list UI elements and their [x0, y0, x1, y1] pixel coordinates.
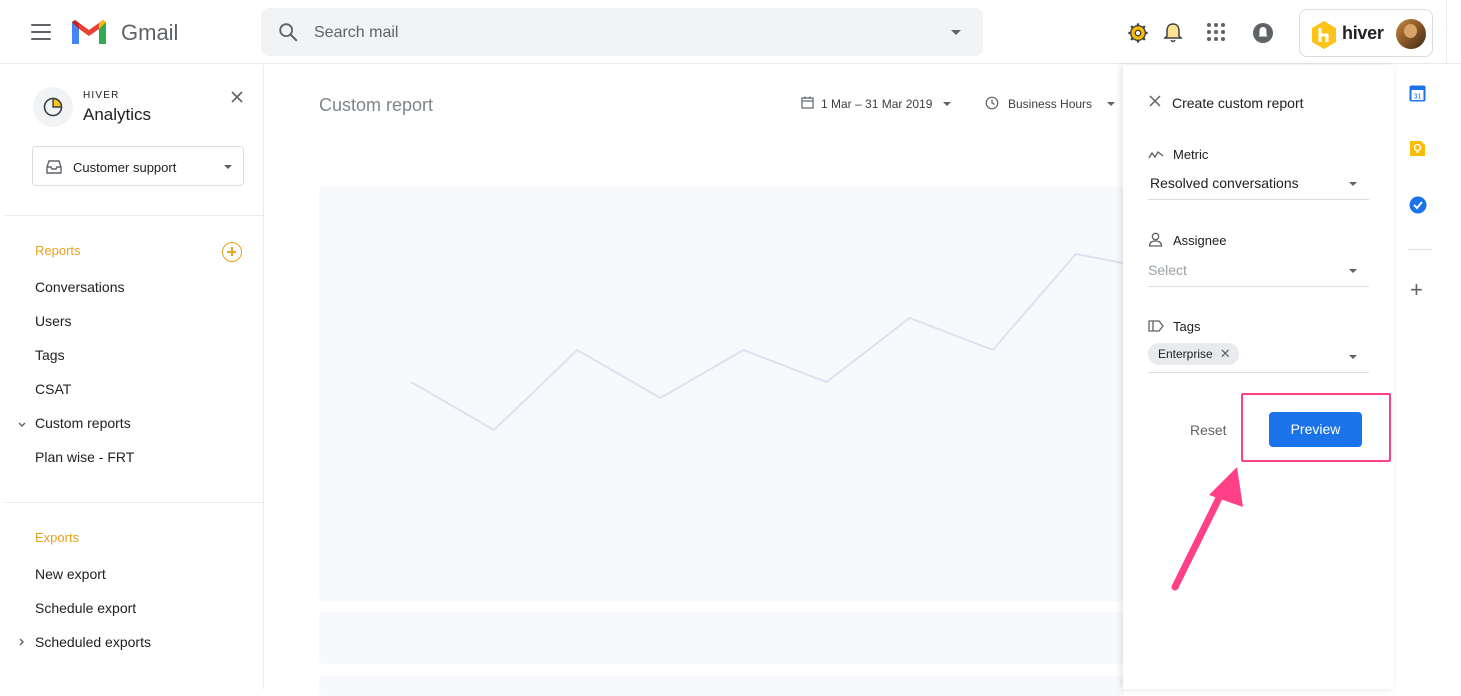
user-avatar[interactable] — [1396, 19, 1426, 49]
search-icon[interactable] — [277, 21, 299, 43]
tasks-app-icon[interactable] — [1409, 196, 1427, 214]
chevron-down-icon — [1349, 355, 1357, 359]
assignee-select[interactable]: Select — [1148, 257, 1369, 287]
panel-title: Create custom report — [1172, 95, 1304, 111]
sidebar-item-csat[interactable]: CSAT — [35, 381, 71, 397]
chart-point — [410, 381, 412, 383]
brand-title: Analytics — [83, 105, 152, 124]
top-bar: Gmail Search mail hiver — [0, 0, 1461, 64]
reset-button[interactable]: Reset — [1190, 422, 1227, 438]
report-chart — [410, 252, 1160, 432]
preview-highlight-box — [1241, 393, 1391, 462]
analytics-icon — [33, 87, 73, 127]
chevron-down-icon — [1349, 182, 1357, 186]
assignee-placeholder: Select — [1148, 262, 1187, 278]
date-range-value: 1 Mar – 31 Mar 2019 — [821, 97, 933, 111]
report-main: Custom report 1 Mar – 31 Mar 2019 Busine… — [264, 65, 1160, 696]
calendar-app-icon[interactable]: 31 — [1409, 85, 1426, 102]
chart-point — [659, 397, 661, 399]
chart-series-line — [410, 252, 1160, 432]
keep-app-icon[interactable] — [1409, 140, 1426, 157]
sidebar-item-scheduled-exports[interactable]: Scheduled exports — [35, 634, 151, 650]
brand-small-label: HIVER — [83, 90, 120, 101]
person-icon — [1148, 232, 1163, 247]
chart-point — [576, 349, 578, 351]
search-input[interactable]: Search mail — [314, 24, 398, 42]
annotation-arrow — [1171, 467, 1243, 591]
chevron-right-icon[interactable] — [17, 637, 27, 647]
chevron-down-icon — [224, 165, 232, 169]
clock-icon — [985, 96, 999, 110]
chevron-down-icon — [1349, 269, 1357, 273]
sidebar-item-schedule-export[interactable]: Schedule export — [35, 600, 136, 616]
exports-section-title: Exports — [35, 530, 80, 545]
side-apps-bar: 31 + — [1394, 65, 1449, 689]
chart-point — [826, 381, 828, 383]
tag-chip-label: Enterprise — [1158, 347, 1213, 361]
report-card-placeholder — [319, 612, 1124, 664]
chart-point — [992, 349, 994, 351]
sidebar-item-users[interactable]: Users — [35, 313, 72, 329]
sidebar-item-custom-reports[interactable]: Custom reports — [35, 415, 131, 431]
chart-point — [742, 349, 744, 351]
chevron-down-icon — [1107, 102, 1115, 106]
hiver-sidebar: HIVER Analytics Customer support Reports… — [5, 65, 264, 689]
hiver-account-button[interactable]: hiver — [1299, 9, 1433, 57]
chevron-down-icon[interactable] — [17, 420, 27, 430]
metric-label: Metric — [1173, 147, 1209, 162]
inbox-select-value: Customer support — [73, 160, 177, 175]
gmail-logo-icon[interactable] — [70, 18, 108, 46]
search-options-icon[interactable] — [951, 30, 961, 35]
main-menu-icon[interactable] — [31, 24, 51, 40]
sidebar-item-tags[interactable]: Tags — [35, 347, 65, 363]
chart-point — [493, 429, 495, 431]
tag-chip-enterprise[interactable]: Enterprise ✕ — [1148, 343, 1239, 365]
close-sidebar-icon[interactable] — [231, 91, 243, 103]
sidebar-item-plan-wise-frt[interactable]: Plan wise - FRT — [35, 449, 134, 465]
notifications-bell-icon[interactable] — [1163, 22, 1183, 44]
metric-select[interactable]: Resolved conversations — [1148, 170, 1369, 200]
reports-section-title: Reports — [35, 243, 81, 258]
inbox-icon — [46, 160, 62, 174]
metric-value: Resolved conversations — [1150, 175, 1299, 191]
notifications-circle-icon[interactable] — [1252, 22, 1274, 44]
metric-icon — [1148, 150, 1164, 159]
apps-grid-icon[interactable] — [1206, 22, 1226, 42]
calendar-icon — [801, 96, 814, 109]
inbox-select[interactable]: Customer support — [32, 146, 244, 186]
remove-tag-icon[interactable]: ✕ — [1220, 343, 1231, 365]
chart-placeholder — [319, 186, 1160, 601]
add-report-icon[interactable] — [222, 242, 242, 262]
sidebar-item-new-export[interactable]: New export — [35, 566, 106, 582]
chart-point — [1075, 253, 1077, 255]
create-report-panel: Create custom report Metric Resolved con… — [1123, 65, 1394, 689]
search-bar[interactable]: Search mail — [261, 8, 983, 56]
hiver-logo-icon — [1312, 21, 1336, 49]
sidebar-item-conversations[interactable]: Conversations — [35, 279, 125, 295]
tags-label: Tags — [1173, 319, 1201, 334]
page-title: Custom report — [319, 95, 434, 115]
hours-value: Business Hours — [1008, 97, 1093, 111]
chevron-down-icon — [943, 102, 951, 106]
report-card-placeholder — [319, 676, 1124, 696]
hiver-label: hiver — [1342, 23, 1384, 43]
close-icon[interactable] — [1149, 95, 1161, 107]
add-addon-icon[interactable]: + — [1410, 277, 1423, 303]
tag-label-icon — [1148, 320, 1164, 332]
svg-text:31: 31 — [1414, 93, 1422, 100]
gmail-wordmark: Gmail — [121, 20, 179, 45]
chart-point — [909, 317, 911, 319]
tags-select[interactable]: Enterprise ✕ — [1148, 343, 1369, 373]
assignee-label: Assignee — [1173, 233, 1227, 248]
settings-gear-icon[interactable] — [1127, 22, 1149, 44]
